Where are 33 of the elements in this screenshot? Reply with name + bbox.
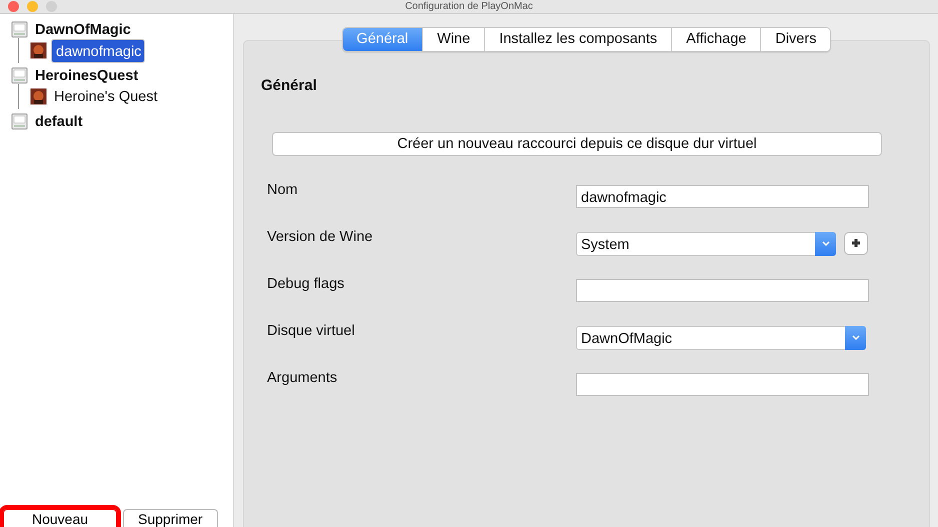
- tree-item[interactable]: Heroine's Quest: [51, 86, 161, 106]
- window-title: Configuration de PlayOnMac: [405, 0, 533, 12]
- game-icon: [30, 42, 47, 59]
- input-field[interactable]: [576, 372, 869, 396]
- tab[interactable]: Wine: [423, 28, 486, 51]
- field-label: Debug flags: [266, 274, 346, 294]
- field-label: Nom: [266, 180, 299, 200]
- tree-item[interactable]: dawnofmagic: [51, 38, 146, 62]
- section-heading: Général: [260, 76, 318, 96]
- dropdown-button[interactable]: [845, 326, 866, 350]
- field-label: Version de Wine: [266, 228, 374, 246]
- input-field[interactable]: [576, 278, 869, 302]
- tab[interactable]: Affichage: [672, 28, 762, 51]
- chevron-icon: [822, 240, 830, 246]
- create-shortcut-button[interactable]: Créer un nouveau raccourci depuis ce disque dur virtuel: [272, 132, 882, 156]
- tree-item[interactable]: default: [32, 112, 86, 132]
- dropdown-field[interactable]: System: [576, 232, 836, 256]
- tab[interactable]: Divers: [761, 28, 830, 51]
- close-button[interactable]: [8, 1, 19, 12]
- field-label: Arguments: [266, 368, 338, 388]
- tree-item[interactable]: HeroinesQuest: [32, 66, 142, 86]
- tree-item[interactable]: DawnOfMagic: [32, 20, 134, 40]
- field-label: Disque virtuel: [266, 322, 356, 340]
- minimize-button[interactable]: [27, 1, 38, 12]
- tab[interactable]: Installez les composants: [485, 28, 672, 51]
- sidebar-button[interactable]: Supprimer: [123, 509, 218, 527]
- input-field[interactable]: dawnofmagic: [576, 184, 869, 208]
- dropdown-button[interactable]: [815, 232, 836, 256]
- game-icon: [30, 88, 47, 105]
- chevron-icon: [852, 334, 860, 340]
- plus-icon: [851, 238, 861, 248]
- dropdown-field[interactable]: DawnOfMagic: [576, 326, 866, 350]
- add-button[interactable]: [844, 232, 868, 254]
